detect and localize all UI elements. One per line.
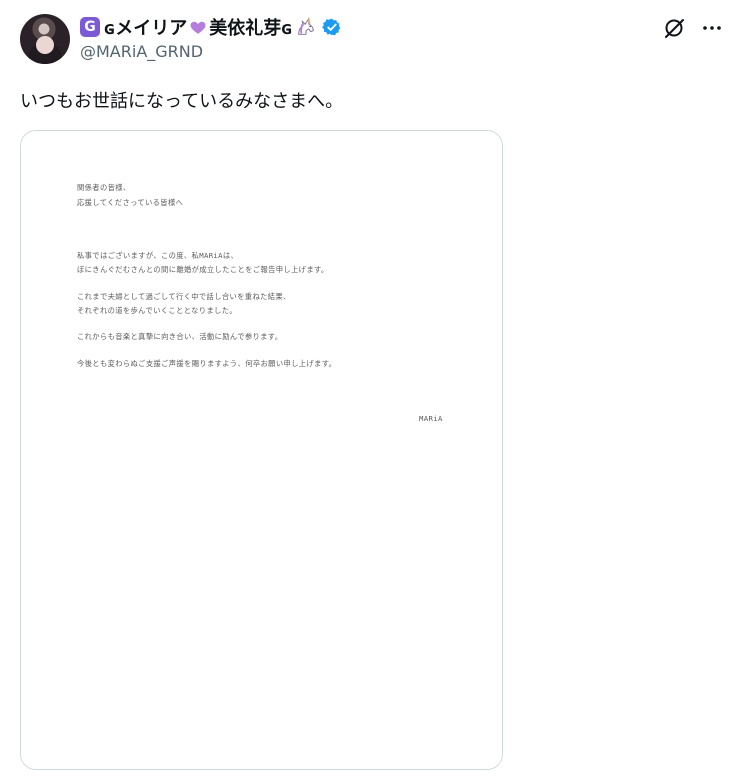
verified-badge-icon[interactable] bbox=[321, 17, 342, 37]
doc-line-4: ぼにきんぐだむさんとの間に離婚が成立したことをご報告申し上げます。 bbox=[77, 265, 329, 274]
doc-line-8: 今後とも変わらぬご支援ご声援を賜りますよう、何卒お願い申し上げます。 bbox=[77, 359, 337, 368]
post-header: G ɢメイリア 美依礼芽ɢ @MARiA_GRND bbox=[20, 14, 724, 66]
more-icon[interactable] bbox=[700, 16, 724, 40]
display-name[interactable]: ɢメイリア bbox=[104, 14, 187, 40]
post-actions bbox=[662, 16, 724, 40]
doc-line-5: これまで夫婦として過ごして行く中で話し合いを重ねた結果、 bbox=[77, 292, 291, 301]
doc-line-3: 私事ではございますが、この度、私MARiAは、 bbox=[77, 251, 239, 260]
purple-heart-icon bbox=[190, 21, 206, 34]
g-badge-icon: G bbox=[80, 17, 100, 37]
author-name-row[interactable]: G ɢメイリア 美依礼芽ɢ bbox=[80, 14, 342, 40]
post-image[interactable]: 関係者の皆様、 応援してくださっている皆様へ 私事ではございますが、この度、私M… bbox=[20, 130, 503, 770]
doc-line-1: 関係者の皆様、 bbox=[77, 183, 131, 192]
post-text: いつもお世話になっているみなさまへ。 bbox=[20, 91, 344, 112]
author-handle[interactable]: @MARiA_GRND bbox=[80, 42, 203, 61]
doc-line-7: これからも音楽と真摯に向き合い、活動に励んで参ります。 bbox=[77, 332, 283, 341]
statement-document: 関係者の皆様、 応援してくださっている皆様へ 私事ではございますが、この度、私M… bbox=[21, 131, 502, 769]
display-name-part2[interactable]: 美依礼芽ɢ bbox=[209, 14, 292, 40]
doc-line-6: それぞれの道を歩んでいくこととなりました。 bbox=[77, 306, 237, 315]
avatar[interactable] bbox=[20, 14, 70, 64]
unicorn-icon bbox=[297, 17, 314, 35]
grok-icon[interactable] bbox=[662, 16, 686, 40]
doc-line-2: 応援してくださっている皆様へ bbox=[77, 198, 184, 207]
doc-signature: MARiA bbox=[419, 414, 443, 423]
